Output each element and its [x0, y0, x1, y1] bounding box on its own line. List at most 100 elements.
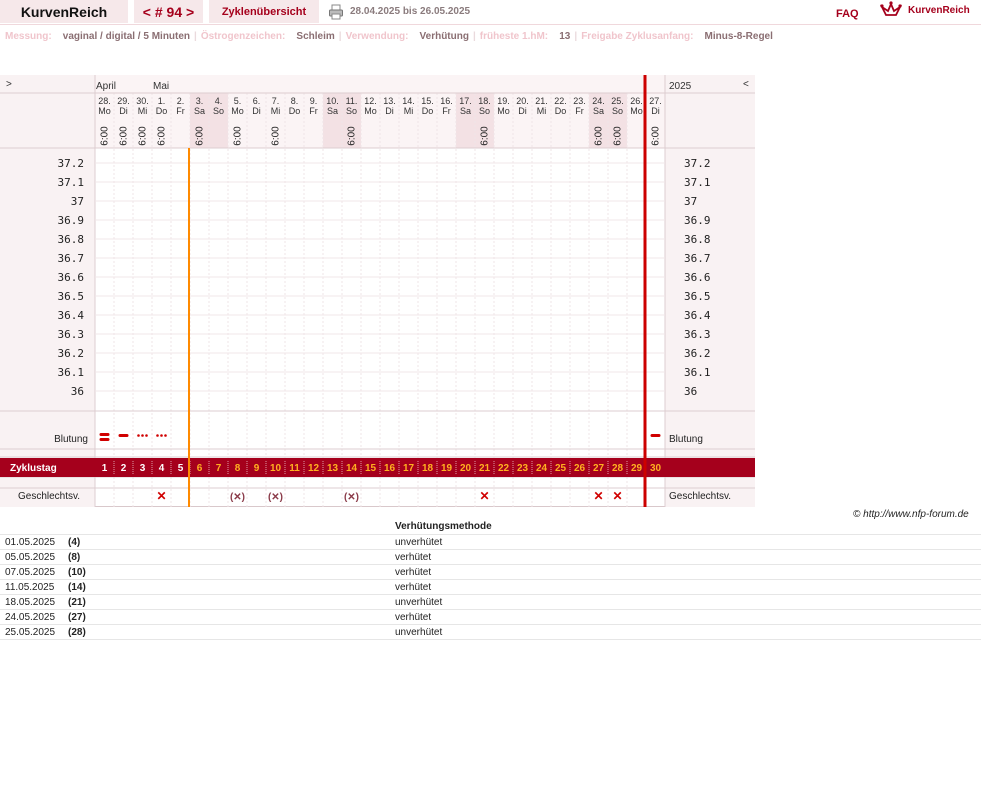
day-weekday: Di [119, 106, 128, 116]
entry-cycle-day: (28) [68, 627, 86, 638]
table-row: 24.05.2025 (27) verhütet [0, 610, 981, 625]
temp-scale-left: 36.8 [58, 233, 85, 246]
day-date: 1. [158, 96, 166, 106]
temp-scale-left: 36.7 [58, 252, 85, 265]
day-date: 30. [136, 96, 149, 106]
day-date: 20. [516, 96, 529, 106]
entry-date: 24.05.2025 [5, 612, 56, 623]
day-date: 29. [117, 96, 130, 106]
cycle-day-number: 24 [536, 463, 548, 474]
day-date: 23. [573, 96, 586, 106]
bleeding-normal-mark [650, 434, 661, 437]
faq-link[interactable]: FAQ [836, 8, 859, 20]
day-date: 14. [402, 96, 415, 106]
table-row: 07.05.2025 (10) verhütet [0, 565, 981, 580]
temp-scale-left: 37.1 [58, 176, 85, 189]
table-header: Verhütungsmethode [0, 520, 981, 535]
day-weekday: Mo [231, 106, 244, 116]
entry-date: 18.05.2025 [5, 597, 56, 608]
entry-cycle-day: (14) [68, 582, 86, 593]
entry-cycle-day: (4) [68, 537, 81, 548]
day-date: 7. [272, 96, 280, 106]
entry-date: 11.05.2025 [5, 582, 55, 593]
bleeding-spotting-mark [160, 434, 163, 437]
day-date: 17. [459, 96, 472, 106]
month-label: Mai [153, 81, 169, 92]
logo-text[interactable]: KurvenReich [908, 5, 970, 16]
crown-logo-icon[interactable] [880, 1, 902, 19]
day-weekday: Do [555, 106, 567, 116]
day-date: 18. [478, 96, 491, 106]
cycle-day-number: 29 [631, 463, 643, 474]
day-date: 11. [346, 96, 358, 106]
entry-date: 07.05.2025 [5, 567, 56, 578]
cycle-day-number: 9 [254, 463, 260, 474]
cycle-navigation[interactable]: < # 94 > [134, 0, 203, 23]
day-weekday: Sa [460, 106, 471, 116]
entry-cycle-day: (10) [68, 567, 86, 578]
cycle-day-number: 11 [289, 463, 300, 474]
temp-scale-left: 36.5 [58, 290, 85, 303]
temp-scale-right: 36 [684, 385, 697, 398]
day-weekday: Fr [575, 106, 584, 116]
cycle-day-number: 3 [140, 463, 146, 474]
entry-cycle-day: (27) [68, 612, 86, 623]
day-date: 9. [310, 96, 318, 106]
setting-label: Verwendung: [345, 31, 412, 42]
day-weekday: Do [289, 106, 301, 116]
day-weekday: So [479, 106, 490, 116]
setting-value: vaginal / digital / 5 Minuten [60, 31, 191, 42]
entry-date: 05.05.2025 [5, 552, 56, 563]
day-weekday: Fr [309, 106, 318, 116]
temp-scale-left: 37 [71, 195, 84, 208]
day-weekday: Mi [404, 106, 414, 116]
bleeding-heavy-mark [99, 433, 110, 436]
table-row: 01.05.2025 (4) unverhütet [0, 535, 981, 550]
entry-method: verhütet [395, 567, 432, 578]
temp-scale-left: 37.2 [58, 157, 85, 170]
temp-scale-right: 36.5 [684, 290, 711, 303]
app-title[interactable]: KurvenReich [0, 0, 128, 23]
day-date: 24. [592, 96, 605, 106]
measurement-time: 6:00 [195, 126, 206, 146]
setting-label: früheste 1.hM: [479, 31, 551, 42]
entry-method: verhütet [395, 552, 432, 563]
day-weekday: Mo [630, 106, 643, 116]
day-weekday: Mo [98, 106, 111, 116]
cycle-day-number: 12 [308, 463, 320, 474]
day-weekday: So [213, 106, 224, 116]
entry-cycle-day: (21) [68, 597, 86, 608]
cycle-day-number: 16 [384, 463, 396, 474]
date-range: 28.04.2025 bis 26.05.2025 [350, 6, 471, 17]
intercourse-mark: ✕ [479, 489, 489, 503]
cycle-overview-link[interactable]: Zyklenübersicht [209, 0, 319, 23]
printer-icon[interactable] [328, 4, 344, 20]
cycle-day-number: 1 [102, 463, 108, 474]
cycle-day-number: 10 [270, 463, 282, 474]
cycle-day-number: 5 [178, 463, 184, 474]
month-label: April [96, 81, 116, 92]
bleeding-normal-mark [118, 434, 129, 437]
intercourse-mark: (✕) [268, 492, 283, 503]
day-weekday: Do [156, 106, 168, 116]
cycle-day-number: 8 [235, 463, 241, 474]
day-date: 26. [630, 96, 643, 106]
day-weekday: Mi [271, 106, 281, 116]
day-weekday: Di [651, 106, 660, 116]
day-weekday: Fr [176, 106, 185, 116]
measurement-time: 6:00 [157, 126, 168, 146]
cycle-chart-svg: > <2025April Mai28.Mo6:0029.Di6:0030.Mi6:0… [0, 75, 755, 507]
separator: | [472, 31, 476, 42]
day-date: 8. [291, 96, 299, 106]
measurement-time: 6:00 [594, 126, 605, 146]
table-row: 18.05.2025 (21) unverhütet [0, 595, 981, 610]
measurement-time: 6:00 [233, 126, 244, 146]
day-date: 10. [326, 96, 339, 106]
cycle-day-number: 6 [197, 463, 203, 474]
intercourse-mark: (✕) [344, 492, 359, 503]
day-date: 28. [98, 96, 111, 106]
day-date: 12. [364, 96, 377, 106]
day-date: 6. [253, 96, 261, 106]
cycle-day-number: 23 [517, 463, 529, 474]
cycle-day-number: 2 [121, 463, 127, 474]
